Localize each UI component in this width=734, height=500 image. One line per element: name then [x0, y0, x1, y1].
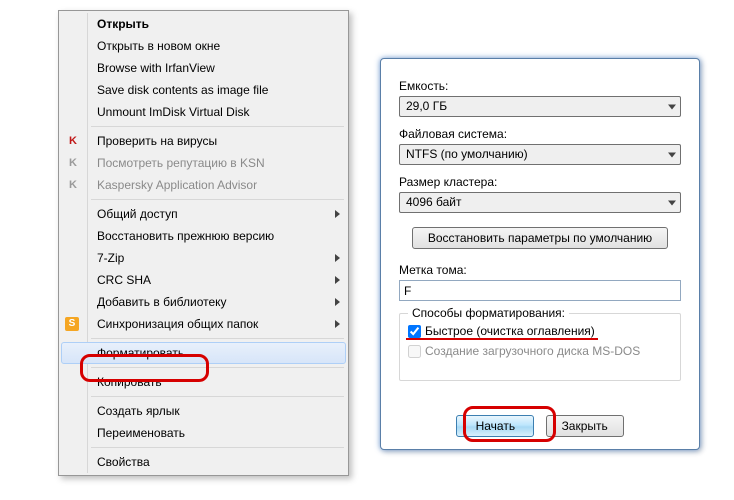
menu-item: K Посмотреть репутацию в KSN: [61, 152, 346, 174]
menu-item[interactable]: Общий доступ: [61, 203, 346, 225]
menu-separator: [91, 338, 344, 339]
menu-item-label: Проверить на вирусы: [97, 134, 217, 148]
menu-item[interactable]: Добавить в библиотеку: [61, 291, 346, 313]
menu-item-label: Unmount ImDisk Virtual Disk: [97, 105, 249, 119]
chevron-right-icon: [335, 210, 340, 218]
menu-item-format[interactable]: Форматировать...: [61, 342, 346, 364]
menu-separator: [91, 396, 344, 397]
format-options-group: Способы форматирования: Быстрое (очистка…: [399, 313, 681, 381]
cluster-value: 4096 байт: [406, 195, 462, 209]
filesystem-label: Файловая система:: [399, 127, 681, 141]
menu-item: K Kaspersky Application Advisor: [61, 174, 346, 196]
volume-label: Метка тома:: [399, 263, 681, 277]
cluster-label: Размер кластера:: [399, 175, 681, 189]
format-dialog: Емкость: 29,0 ГБ Файловая система: NTFS …: [380, 58, 700, 450]
menu-item-label: Открыть: [97, 17, 149, 31]
dialog-footer: Начать Закрыть: [381, 415, 699, 437]
menu-item-label: Kaspersky Application Advisor: [97, 178, 257, 192]
chevron-right-icon: [335, 276, 340, 284]
menu-separator: [91, 126, 344, 127]
menu-item[interactable]: Переименовать: [61, 422, 346, 444]
quick-format-label: Быстрое (очистка оглавления): [425, 324, 595, 338]
menu-item-label: Browse with IrfanView: [97, 61, 215, 75]
filesystem-combobox[interactable]: NTFS (по умолчанию): [399, 144, 681, 165]
filesystem-value: NTFS (по умолчанию): [406, 147, 528, 161]
chevron-right-icon: [335, 320, 340, 328]
start-button[interactable]: Начать: [456, 415, 534, 437]
msdos-boot-label: Создание загрузочного диска MS-DOS: [425, 344, 640, 358]
menu-item-label: Восстановить прежнюю версию: [97, 229, 274, 243]
menu-item-label: Save disk contents as image file: [97, 83, 268, 97]
capacity-label: Емкость:: [399, 79, 681, 93]
s-icon: S: [65, 317, 79, 331]
format-options-legend: Способы форматирования:: [408, 306, 569, 320]
msdos-boot-checkbox: [408, 345, 421, 358]
volume-input[interactable]: [399, 280, 681, 301]
menu-item[interactable]: Открыть: [61, 13, 346, 35]
menu-item-label: Копировать: [97, 375, 162, 389]
chevron-down-icon: [668, 104, 676, 109]
close-button[interactable]: Закрыть: [546, 415, 624, 437]
msdos-boot-option: Создание загрузочного диска MS-DOS: [408, 342, 672, 360]
kas2-icon: K: [65, 155, 81, 171]
menu-item[interactable]: Открыть в новом окне: [61, 35, 346, 57]
menu-item-label: Создать ярлык: [97, 404, 180, 418]
menu-item-label: Переименовать: [97, 426, 185, 440]
menu-item[interactable]: 7-Zip: [61, 247, 346, 269]
chevron-down-icon: [668, 200, 676, 205]
quick-format-checkbox[interactable]: [408, 325, 421, 338]
menu-item[interactable]: Восстановить прежнюю версию: [61, 225, 346, 247]
capacity-value: 29,0 ГБ: [406, 99, 447, 113]
kas-icon: K: [65, 133, 81, 149]
kas2-icon: K: [65, 177, 81, 193]
menu-item[interactable]: Свойства: [61, 451, 346, 473]
menu-item-label: Добавить в библиотеку: [97, 295, 227, 309]
menu-item-label: Общий доступ: [97, 207, 178, 221]
chevron-down-icon: [668, 152, 676, 157]
capacity-combobox[interactable]: 29,0 ГБ: [399, 96, 681, 117]
menu-separator: [91, 199, 344, 200]
menu-item-label: Форматировать...: [97, 346, 194, 360]
context-menu: Открыть Открыть в новом окне Browse with I…: [58, 10, 349, 476]
chevron-right-icon: [335, 298, 340, 306]
menu-item-label: Синхронизация общих папок: [97, 317, 258, 331]
menu-item[interactable]: K Проверить на вирусы: [61, 130, 346, 152]
menu-item[interactable]: Копировать: [61, 371, 346, 393]
menu-item-label: Посмотреть репутацию в KSN: [97, 156, 265, 170]
menu-item-label: Свойства: [97, 455, 150, 469]
menu-separator: [91, 447, 344, 448]
menu-item[interactable]: S Синхронизация общих папок: [61, 313, 346, 335]
menu-item-label: CRC SHA: [97, 273, 151, 287]
menu-item[interactable]: Save disk contents as image file: [61, 79, 346, 101]
menu-item[interactable]: Unmount ImDisk Virtual Disk: [61, 101, 346, 123]
chevron-right-icon: [335, 254, 340, 262]
menu-item[interactable]: CRC SHA: [61, 269, 346, 291]
restore-defaults-button[interactable]: Восстановить параметры по умолчанию: [412, 227, 668, 249]
menu-separator: [91, 367, 344, 368]
menu-item-label: Открыть в новом окне: [97, 39, 220, 53]
highlight-underline-quick: [406, 338, 598, 340]
cluster-combobox[interactable]: 4096 байт: [399, 192, 681, 213]
menu-item[interactable]: Создать ярлык: [61, 400, 346, 422]
menu-item[interactable]: Browse with IrfanView: [61, 57, 346, 79]
menu-item-label: 7-Zip: [97, 251, 124, 265]
